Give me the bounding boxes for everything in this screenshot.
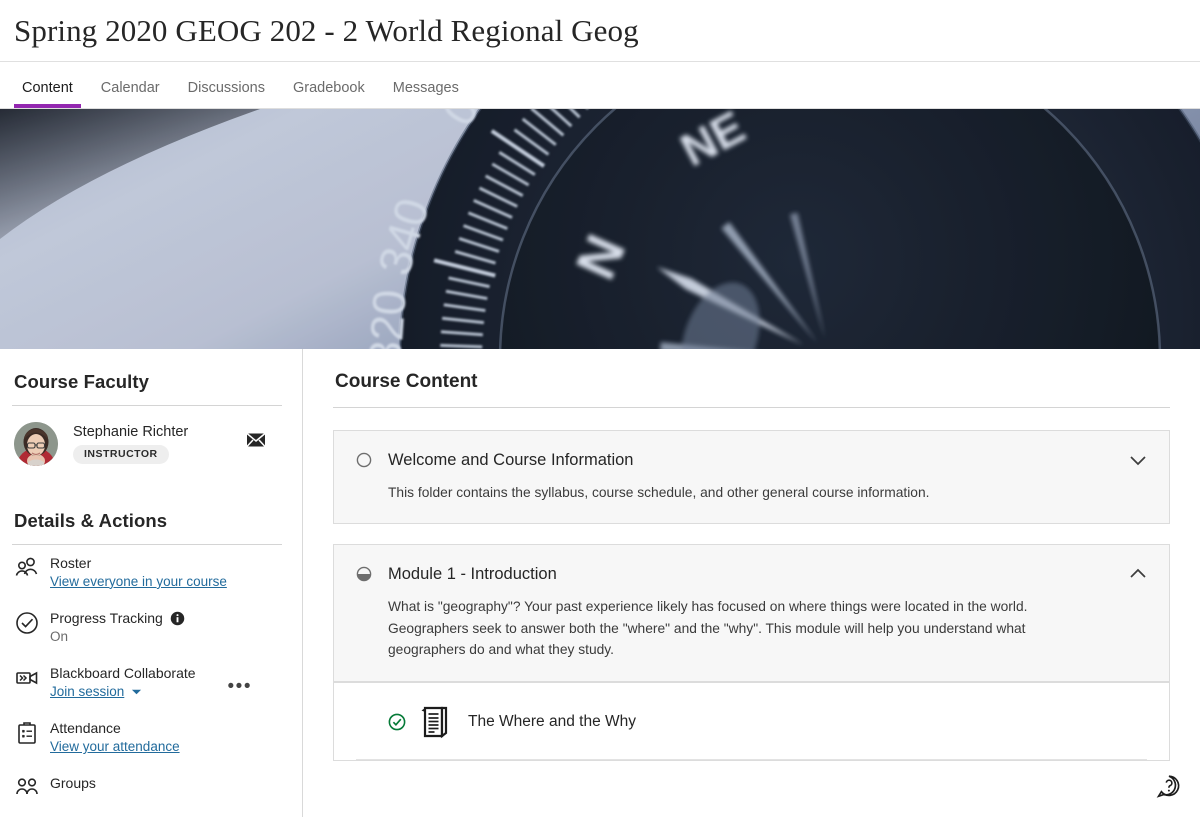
faculty-name: Stephanie Richter bbox=[73, 424, 188, 440]
attendance-label: Attendance bbox=[50, 719, 180, 738]
video-camera-icon bbox=[14, 665, 40, 691]
avatar-photo bbox=[14, 422, 58, 466]
join-session-label: Join session bbox=[50, 683, 124, 701]
course-nav-tabs: Content Calendar Discussions Gradebook M… bbox=[0, 62, 1200, 109]
progress-tracking-label-text: Progress Tracking bbox=[50, 609, 163, 628]
info-icon[interactable] bbox=[170, 611, 185, 626]
tab-gradebook[interactable]: Gradebook bbox=[283, 80, 375, 108]
folder-card-welcome[interactable]: Welcome and Course Information This fold… bbox=[333, 430, 1170, 524]
progress-tracking-label: Progress Tracking bbox=[50, 609, 185, 628]
course-banner: 300 320 340 0 20 40 N NE NW bbox=[0, 109, 1200, 349]
collaborate-label: Blackboard Collaborate bbox=[50, 664, 196, 683]
tab-messages[interactable]: Messages bbox=[383, 80, 469, 108]
sidebar-item-collaborate[interactable]: Blackboard Collaborate Join session ••• bbox=[12, 655, 288, 710]
chevron-down-icon[interactable] bbox=[131, 688, 142, 696]
document-icon bbox=[420, 705, 450, 739]
groups-label: Groups bbox=[50, 774, 96, 793]
attendance-text: Attendance View your attendance bbox=[50, 719, 180, 756]
tab-content[interactable]: Content bbox=[12, 80, 83, 108]
clipboard-attendance-icon bbox=[14, 720, 40, 746]
join-session-link[interactable]: Join session bbox=[50, 683, 196, 701]
envelope-icon[interactable] bbox=[246, 430, 266, 450]
sidebar-item-groups[interactable]: Groups bbox=[12, 765, 288, 810]
folder-header-module1[interactable]: Module 1 - Introduction bbox=[334, 545, 1169, 585]
folder-title-welcome: Welcome and Course Information bbox=[388, 451, 1127, 470]
course-faculty-heading: Course Faculty bbox=[14, 371, 288, 393]
folder-header-welcome[interactable]: Welcome and Course Information bbox=[334, 431, 1169, 471]
completed-check-icon bbox=[388, 713, 406, 731]
folder-description-module1: What is "geography"? Your past experienc… bbox=[334, 585, 1114, 680]
faculty-meta: Stephanie Richter INSTRUCTOR bbox=[73, 424, 188, 464]
avatar bbox=[14, 422, 58, 466]
page-title: Spring 2020 GEOG 202 - 2 World Regional … bbox=[14, 13, 639, 49]
chevron-down-icon[interactable] bbox=[1127, 449, 1149, 471]
faculty-row[interactable]: Stephanie Richter INSTRUCTOR bbox=[12, 406, 288, 466]
sidebar-item-progress-tracking[interactable]: Progress Tracking On bbox=[12, 600, 288, 655]
course-content-panel: Course Content Welcome and Course Inform… bbox=[303, 349, 1200, 817]
sidebar-item-attendance[interactable]: Attendance View your attendance bbox=[12, 710, 288, 765]
course-header: Spring 2020 GEOG 202 - 2 World Regional … bbox=[0, 0, 1200, 62]
attendance-link[interactable]: View your attendance bbox=[50, 738, 180, 756]
folder-description-welcome: This folder contains the syllabus, cours… bbox=[334, 471, 1114, 523]
groups-text: Groups bbox=[50, 774, 96, 793]
roster-text: Roster View everyone in your course bbox=[50, 554, 227, 591]
collaborate-text: Blackboard Collaborate Join session bbox=[50, 664, 196, 701]
details-actions-heading: Details & Actions bbox=[14, 510, 288, 532]
chevron-up-icon[interactable] bbox=[1127, 563, 1149, 585]
sidebar-item-roster[interactable]: Roster View everyone in your course bbox=[12, 545, 288, 600]
content-item-card: The Where and the Why bbox=[333, 682, 1170, 761]
progress-in-progress-icon[interactable] bbox=[356, 566, 372, 582]
content-heading: Course Content bbox=[335, 371, 1170, 393]
course-sidebar: Course Faculty bbox=[0, 349, 303, 817]
folder-card-module1[interactable]: Module 1 - Introduction What is "geograp… bbox=[333, 544, 1170, 681]
list-item[interactable]: The Where and the Why bbox=[356, 683, 1147, 760]
collaborate-overflow-button[interactable]: ••• bbox=[228, 677, 252, 696]
content-divider bbox=[333, 407, 1170, 408]
roster-label: Roster bbox=[50, 554, 227, 573]
roster-users-icon bbox=[14, 555, 40, 581]
page-body: Course Faculty bbox=[0, 349, 1200, 817]
compass-banner-image: 300 320 340 0 20 40 N NE NW bbox=[0, 109, 1200, 349]
tab-discussions[interactable]: Discussions bbox=[178, 80, 275, 108]
groups-people-icon bbox=[14, 775, 40, 801]
folder-title-module1: Module 1 - Introduction bbox=[388, 565, 1127, 584]
progress-check-circle-icon bbox=[14, 610, 40, 636]
help-question-bubble-icon[interactable] bbox=[1156, 773, 1182, 799]
progress-not-started-icon[interactable] bbox=[356, 452, 372, 468]
status-badge: INSTRUCTOR bbox=[73, 445, 169, 464]
tab-calendar[interactable]: Calendar bbox=[91, 80, 170, 108]
progress-tracking-text: Progress Tracking On bbox=[50, 609, 185, 646]
progress-tracking-value: On bbox=[50, 628, 185, 646]
roster-link[interactable]: View everyone in your course bbox=[50, 573, 227, 591]
details-and-actions: Details & Actions Roster View everyone i… bbox=[12, 510, 288, 810]
content-item-title: The Where and the Why bbox=[468, 713, 636, 731]
